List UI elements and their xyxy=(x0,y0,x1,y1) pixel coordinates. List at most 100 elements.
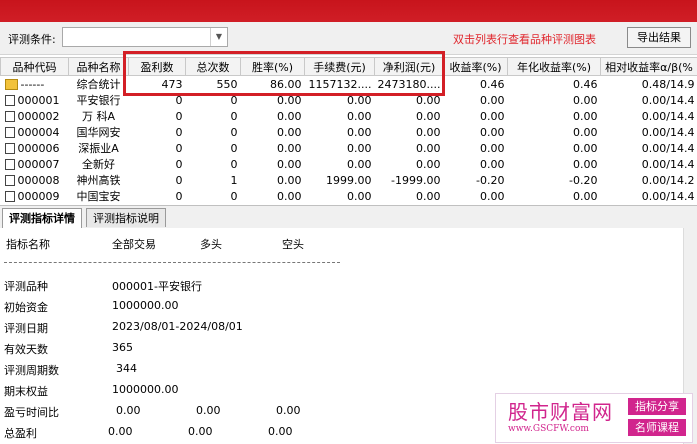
checkbox[interactable] xyxy=(4,158,15,170)
row-relative-return: 0.00/14.2 xyxy=(641,173,695,187)
row-code-cell: 000002 xyxy=(1,108,69,124)
row-net-profit: 0.00 xyxy=(416,157,441,171)
row-code-cell: 000009 xyxy=(1,188,69,204)
col-header-name[interactable]: 品种名称 xyxy=(68,57,129,76)
detail-tab-bar: 评测指标详情 评测指标说明 xyxy=(0,205,697,229)
checkbox[interactable] xyxy=(4,142,15,154)
highlight-box xyxy=(123,51,445,96)
row-fee: 0.00 xyxy=(347,157,372,171)
row-net-profit: -1999.00 xyxy=(391,173,441,187)
row-win-rate: 0.00 xyxy=(277,189,302,203)
row-name: 全新好 xyxy=(82,158,115,171)
detail-label: 总盈利 xyxy=(4,427,37,440)
detail-value-short: 0.00 xyxy=(276,404,301,417)
row-annual-return: 0.00 xyxy=(573,157,598,171)
row-fee: 0.00 xyxy=(347,141,372,155)
row-return: 0.00 xyxy=(480,141,505,155)
row-wins: 0 xyxy=(175,173,183,187)
row-code-cell: 000007 xyxy=(1,156,69,172)
checkbox[interactable] xyxy=(4,126,15,138)
detail-label: 初始资金 xyxy=(4,301,48,314)
detail-value-all: 1000000.00 xyxy=(112,383,179,396)
row-code-cell: 000001 xyxy=(1,92,69,108)
row-name: 深振业A xyxy=(78,142,119,155)
row-relative-return: 0.00/14.4 xyxy=(641,125,695,139)
row-net-profit: 0.00 xyxy=(416,189,441,203)
row-fee: 1999.00 xyxy=(326,173,372,187)
row-return: 0.00 xyxy=(480,157,505,171)
row-annual-return: -0.20 xyxy=(569,173,598,187)
row-code-cell: 000004 xyxy=(1,124,69,140)
row-code: 000008 xyxy=(17,173,60,187)
row-wins: 0 xyxy=(175,109,183,123)
row-code: 000009 xyxy=(17,189,60,203)
col-header-relative-return[interactable]: 相对收益率α/β(% xyxy=(600,57,697,76)
row-annual-return: 0.00 xyxy=(573,141,598,155)
table-row[interactable]: 000007 全新好 0 0 0.00 0.00 0.00 0.00 0.00 … xyxy=(1,156,697,172)
row-return: 0.00 xyxy=(480,109,505,123)
row-relative-return: 0.00/14.4 xyxy=(641,93,695,107)
detail-col-header-all: 全部交易 xyxy=(112,238,156,251)
tab-indicator-description[interactable]: 评测指标说明 xyxy=(86,208,166,227)
row-relative-return: 0.00/14.4 xyxy=(641,157,695,171)
row-wins: 0 xyxy=(175,125,183,139)
table-row[interactable]: 000006 深振业A 0 0 0.00 0.00 0.00 0.00 0.00… xyxy=(1,140,697,156)
row-fee: 0.00 xyxy=(347,109,372,123)
row-code: ------ xyxy=(20,77,45,91)
detail-label: 有效天数 xyxy=(4,343,48,356)
col-header-code[interactable]: 品种代码 xyxy=(0,57,69,76)
row-code: 000004 xyxy=(17,125,60,139)
detail-label: 评测品种 xyxy=(4,280,48,293)
detail-col-header-long: 多头 xyxy=(200,238,222,251)
export-results-button[interactable]: 导出结果 xyxy=(627,27,691,48)
row-return: 0.00 xyxy=(480,93,505,107)
row-wins: 0 xyxy=(175,157,183,171)
row-wins: 0 xyxy=(175,189,183,203)
row-total: 0 xyxy=(230,109,238,123)
row-name: 万 科A xyxy=(81,110,116,123)
watermark-url: www.GSCFW.com xyxy=(508,424,589,434)
row-code: 000006 xyxy=(17,141,60,155)
checkbox[interactable] xyxy=(4,94,15,106)
detail-label: 期末权益 xyxy=(4,385,48,398)
row-annual-return: 0.46 xyxy=(507,75,601,92)
detail-value-all: 365 xyxy=(112,341,133,354)
table-row[interactable]: 000004 国华网安 0 0 0.00 0.00 0.00 0.00 0.00… xyxy=(1,124,697,140)
row-code: 000007 xyxy=(17,157,60,171)
col-header-annual-return[interactable]: 年化收益率(%) xyxy=(507,57,601,76)
detail-value-all: 1000000.00 xyxy=(112,299,179,312)
row-code: 000002 xyxy=(17,109,60,123)
detail-value-short: 0.00 xyxy=(268,425,293,438)
checkbox[interactable] xyxy=(4,110,15,122)
row-annual-return: 0.00 xyxy=(573,93,598,107)
chevron-down-icon[interactable]: ▼ xyxy=(210,28,227,46)
row-win-rate: 0.00 xyxy=(277,109,302,123)
row-return: 0.00 xyxy=(480,189,505,203)
row-total: 0 xyxy=(230,157,238,171)
row-code-cell: ------ xyxy=(0,75,69,92)
detail-value-all: 0.00 xyxy=(108,425,133,438)
tab-indicator-details[interactable]: 评测指标详情 xyxy=(2,208,82,229)
watermark-badge: 指标分享 xyxy=(628,398,686,415)
double-click-hint: 双击列表行查看品种评测图表 xyxy=(453,33,596,46)
row-code-cell: 000008 xyxy=(1,172,69,188)
row-relative-return: 0.00/14.4 xyxy=(641,141,695,155)
table-row[interactable]: 000009 中国宝安 0 0 0.00 0.00 0.00 0.00 0.00… xyxy=(1,188,697,204)
condition-select[interactable]: ▼ xyxy=(62,27,228,47)
divider xyxy=(4,262,340,263)
row-total: 0 xyxy=(230,141,238,155)
checkbox[interactable] xyxy=(4,190,15,202)
row-annual-return: 0.00 xyxy=(573,109,598,123)
watermark-badge: 名师课程 xyxy=(628,419,686,436)
detail-value-all: 2023/08/01-2024/08/01 xyxy=(112,320,243,333)
detail-value-long: 0.00 xyxy=(188,425,213,438)
row-annual-return: 0.00 xyxy=(573,125,598,139)
watermark-title: 股市财富网 xyxy=(508,400,613,424)
row-total: 1 xyxy=(230,173,238,187)
table-row[interactable]: 000008 神州高铁 0 1 0.00 1999.00 -1999.00 -0… xyxy=(1,172,697,188)
col-header-return[interactable]: 收益率(%) xyxy=(443,57,508,76)
checkbox[interactable] xyxy=(4,174,15,186)
row-name: 综合统计 xyxy=(68,75,129,92)
table-row[interactable]: 000002 万 科A 0 0 0.00 0.00 0.00 0.00 0.00… xyxy=(1,108,697,124)
detail-value-all: 0.00 xyxy=(116,404,141,417)
